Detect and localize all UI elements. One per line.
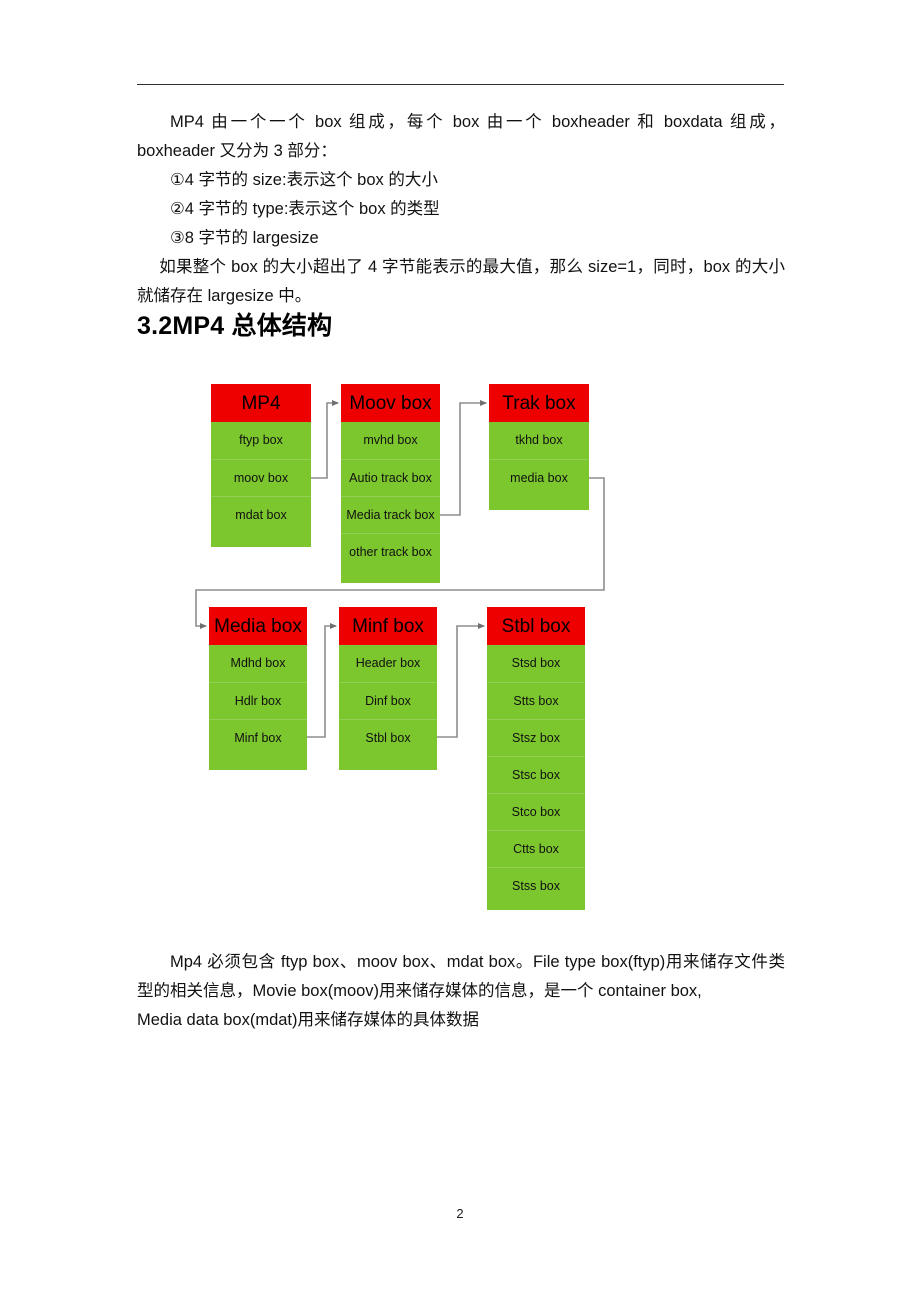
group-stbl[interactable]: Stbl box Stsd box Stts box Stsz box Stsc… <box>487 607 585 910</box>
document-page: MP4 由一个一个 box 组成，每个 box 由一个 boxheader 和 … <box>0 0 920 1302</box>
group-minf-row-stbl[interactable]: Stbl box <box>339 719 437 756</box>
group-moov-title: Moov box <box>341 384 440 422</box>
group-trak-title: Trak box <box>489 384 589 422</box>
group-moov-filler <box>341 570 440 583</box>
group-media-row-hdlr[interactable]: Hdlr box <box>209 682 307 719</box>
group-trak-filler <box>489 496 589 510</box>
group-moov-row-audio-track[interactable]: Autio track box <box>341 459 440 496</box>
closing-paragraph-block: Mp4 必须包含 ftyp box、moov box、mdat box。File… <box>137 948 785 1035</box>
group-stbl-title: Stbl box <box>487 607 585 645</box>
group-mp4-filler <box>211 533 311 547</box>
group-trak-row-tkhd[interactable]: tkhd box <box>489 422 589 459</box>
group-minf-title: Minf box <box>339 607 437 645</box>
group-stbl-row-stsd[interactable]: Stsd box <box>487 645 585 682</box>
group-stbl-row-stsc[interactable]: Stsc box <box>487 756 585 793</box>
group-mp4-row-ftyp[interactable]: ftyp box <box>211 422 311 459</box>
group-moov[interactable]: Moov box mvhd box Autio track box Media … <box>341 384 440 583</box>
diagram-connectors <box>195 400 605 738</box>
group-stbl-filler <box>487 904 585 910</box>
closing-line-1: Mp4 必须包含 ftyp box、moov box、mdat box。File… <box>137 953 785 1000</box>
group-moov-row-other-track[interactable]: other track box <box>341 533 440 570</box>
group-mp4-row-moov[interactable]: moov box <box>211 459 311 496</box>
group-media-title: Media box <box>209 607 307 645</box>
group-minf-filler <box>339 756 437 770</box>
mp4-structure-diagram: MP4 ftyp box moov box mdat box Moov box … <box>0 0 920 1302</box>
group-mp4[interactable]: MP4 ftyp box moov box mdat box <box>211 384 311 547</box>
closing-line-2: Media data box(mdat)用来储存媒体的具体数据 <box>137 1011 479 1029</box>
group-media-row-minf[interactable]: Minf box <box>209 719 307 756</box>
group-stbl-row-stss[interactable]: Stss box <box>487 867 585 904</box>
group-minf[interactable]: Minf box Header box Dinf box Stbl box <box>339 607 437 770</box>
group-moov-row-mvhd[interactable]: mvhd box <box>341 422 440 459</box>
group-stbl-row-ctts[interactable]: Ctts box <box>487 830 585 867</box>
group-media-row-mdhd[interactable]: Mdhd box <box>209 645 307 682</box>
group-media[interactable]: Media box Mdhd box Hdlr box Minf box <box>209 607 307 770</box>
group-trak[interactable]: Trak box tkhd box media box <box>489 384 589 510</box>
group-media-filler <box>209 756 307 770</box>
group-stbl-row-stsz[interactable]: Stsz box <box>487 719 585 756</box>
page-number: 2 <box>456 1206 464 1221</box>
group-moov-row-media-track[interactable]: Media track box <box>341 496 440 533</box>
group-stbl-row-stco[interactable]: Stco box <box>487 793 585 830</box>
group-stbl-row-stts[interactable]: Stts box <box>487 682 585 719</box>
group-mp4-row-mdat[interactable]: mdat box <box>211 496 311 533</box>
group-trak-row-media[interactable]: media box <box>489 459 589 496</box>
group-minf-row-dinf[interactable]: Dinf box <box>339 682 437 719</box>
group-mp4-title: MP4 <box>211 384 311 422</box>
group-minf-row-header[interactable]: Header box <box>339 645 437 682</box>
